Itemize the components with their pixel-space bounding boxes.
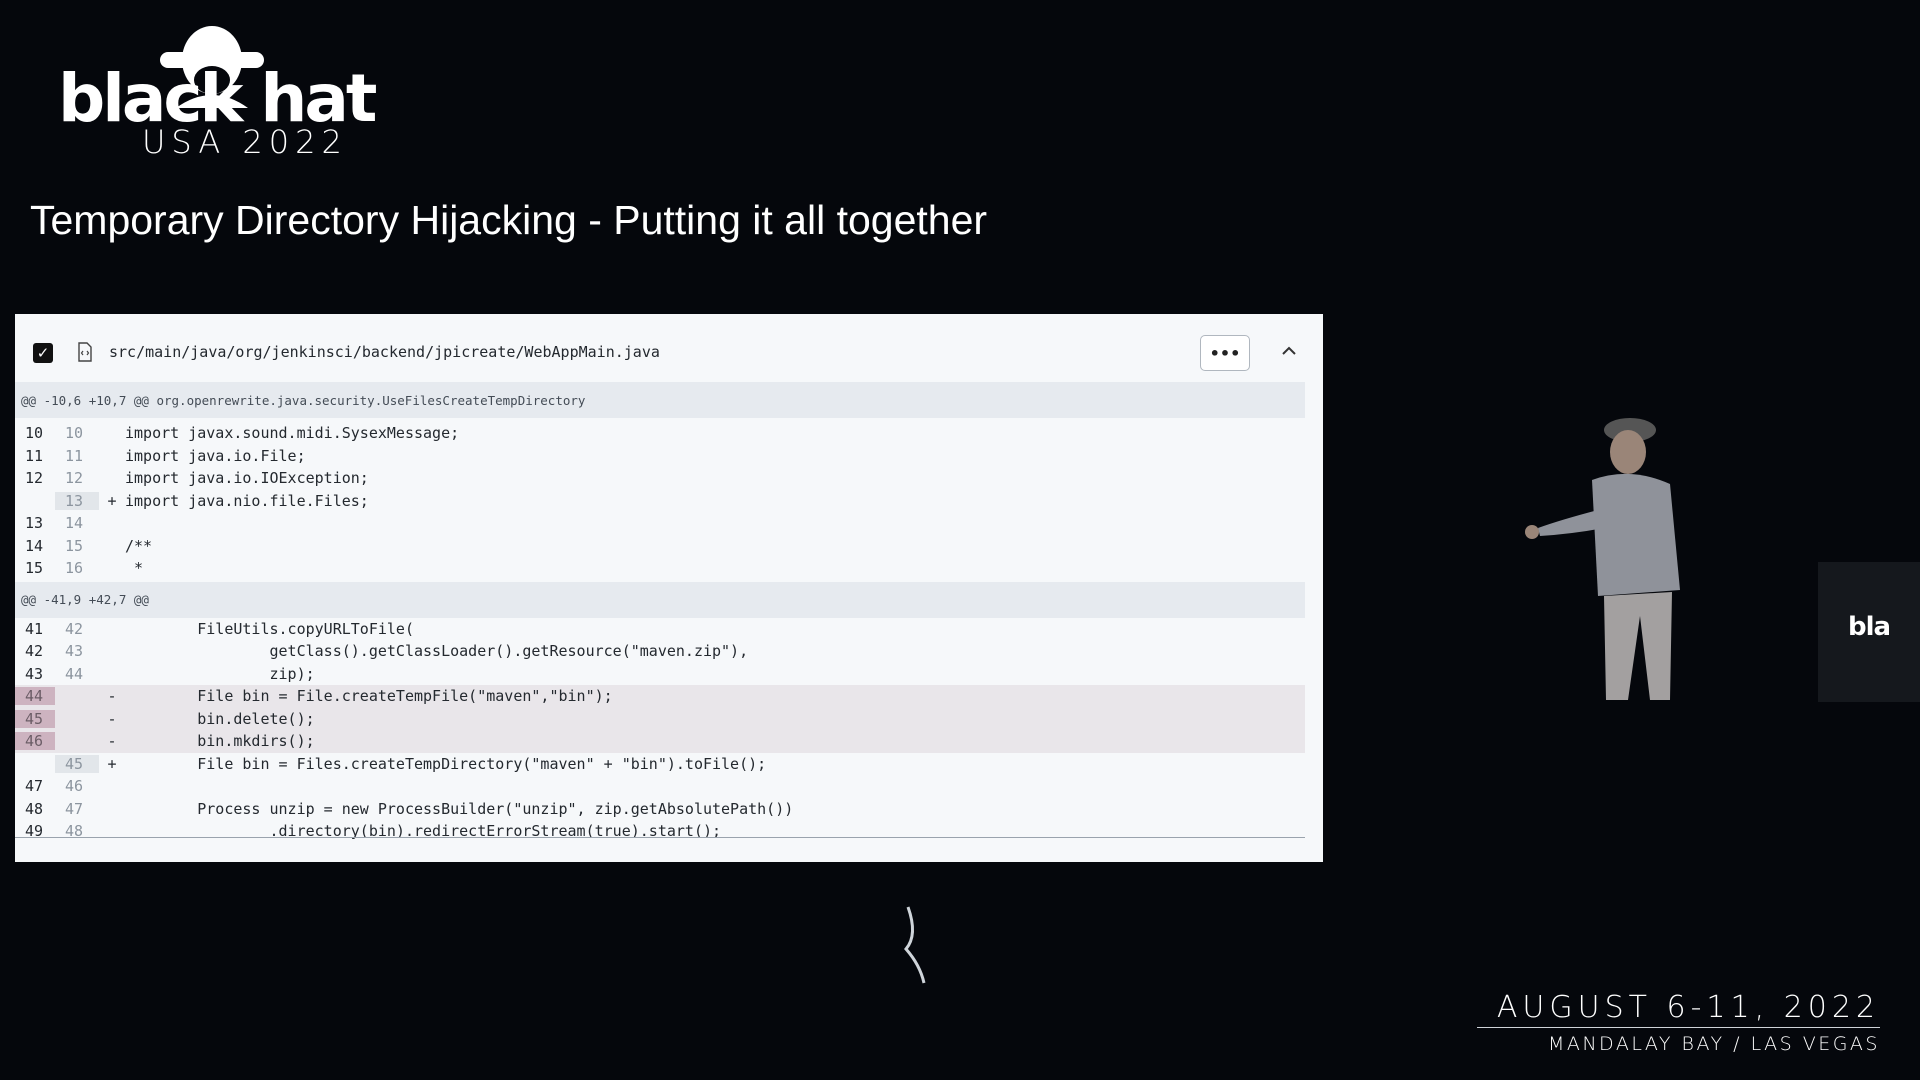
code-text: bin.delete(); <box>125 709 315 728</box>
old-line-number: 41 <box>25 619 44 638</box>
old-line-number: 45 <box>15 709 55 728</box>
diff-line: 10 10 import javax.sound.midi.SysexMessage… <box>15 422 1305 445</box>
diff-line: 41 42 FileUtils.copyURLToFile( <box>15 618 1305 641</box>
diff-sign: + <box>107 491 117 510</box>
diff-sign: - <box>107 687 117 706</box>
diff-line: 47 46 <box>15 775 1305 798</box>
code-text: getClass().getClassLoader().getResource(… <box>125 642 749 661</box>
old-line-number: 42 <box>25 642 44 661</box>
diff-line: 46 - bin.mkdirs(); <box>15 730 1305 753</box>
diff-line: 15 16 * <box>15 557 1305 580</box>
diff-sign: + <box>107 754 117 773</box>
speaker-figure <box>1525 418 1680 700</box>
code-text: import java.io.IOException; <box>125 469 369 488</box>
event-date: AUGUST 6-11, 2022 <box>1496 990 1880 1025</box>
new-line-number: 44 <box>65 664 84 683</box>
new-line-number: 11 <box>65 446 84 465</box>
file-code-icon <box>78 342 92 362</box>
code-text: FileUtils.copyURLToFile( <box>125 619 414 638</box>
more-options-button[interactable]: ••• <box>1200 335 1250 371</box>
code-text: zip); <box>125 664 315 683</box>
logo-subtitle: USA 2022 <box>142 123 348 161</box>
new-line-number: 13 <box>55 491 99 510</box>
diff-sign: - <box>107 709 117 728</box>
old-line-number: 10 <box>25 424 44 443</box>
slide-title: Temporary Directory Hijacking - Putting … <box>30 197 988 243</box>
diff-line: 12 12 import java.io.IOException; <box>15 467 1305 490</box>
diff-line: 42 43 getClass().getClassLoader().getReso… <box>15 640 1305 663</box>
old-line-number: 11 <box>25 446 44 465</box>
diff-line: 49 48 .directory(bin).redirectErrorStream… <box>15 820 1305 843</box>
code-text: import java.io.File; <box>125 446 306 465</box>
code-text: import java.nio.file.Files; <box>125 491 369 510</box>
diff-line: 13 + import java.nio.file.Files; <box>15 490 1305 513</box>
diff-line: 48 47 Process unzip = new ProcessBuilder(… <box>15 798 1305 821</box>
new-line-number: 45 <box>55 754 99 773</box>
diff-file-header: ✓ src/main/java/org/jenkinsci/backend/jp… <box>15 314 1323 382</box>
diff-panel: ✓ src/main/java/org/jenkinsci/backend/jp… <box>15 314 1323 862</box>
file-path[interactable]: src/main/java/org/jenkinsci/backend/jpic… <box>109 343 660 361</box>
side-screen-logo-text: bla <box>1848 612 1891 642</box>
new-line-number: 14 <box>65 514 84 533</box>
code-text: /** <box>125 536 153 555</box>
hunk-header: @@ -41,9 +42,7 @@ <box>15 581 1305 618</box>
diff-line: 11 11 import java.io.File; <box>15 445 1305 468</box>
old-line-number: 43 <box>25 664 44 683</box>
old-line-number: 15 <box>25 559 44 578</box>
old-line-number: 14 <box>25 536 44 555</box>
diff-line: 43 44 zip); <box>15 663 1305 686</box>
new-line-number: 15 <box>65 536 84 555</box>
diff-line: 45 + File bin = Files.createTempDirectory… <box>15 753 1305 776</box>
code-text: File bin = File.createTempFile("maven","… <box>125 687 613 706</box>
event-venue: MANDALAY BAY / LAS VEGAS <box>1547 1033 1880 1055</box>
new-line-number: 43 <box>65 642 84 661</box>
diff-bottom-divider <box>15 837 1305 838</box>
diff-line: 44 - File bin = File.createTempFile("mave… <box>15 685 1305 708</box>
old-line-number: 48 <box>25 799 44 818</box>
code-text: bin.mkdirs(); <box>125 732 315 751</box>
new-line-number: 42 <box>65 619 84 638</box>
old-line-number: 13 <box>25 514 44 533</box>
new-line-number: 16 <box>65 559 84 578</box>
diff-line: 14 15 /** <box>15 535 1305 558</box>
code-text: * <box>125 559 144 578</box>
viewed-checkbox[interactable]: ✓ <box>33 343 53 363</box>
code-text: File bin = Files.createTempDirectory("ma… <box>125 754 767 773</box>
new-line-number: 10 <box>65 424 84 443</box>
new-line-number: 47 <box>65 799 84 818</box>
new-line-number: 46 <box>65 777 84 796</box>
light-streak <box>904 906 926 984</box>
diff-sign: - <box>107 732 117 751</box>
new-line-number: 12 <box>65 469 84 488</box>
old-line-number: 44 <box>15 687 55 706</box>
footer-divider <box>1477 1027 1880 1028</box>
code-text: import javax.sound.midi.SysexMessage; <box>125 424 460 443</box>
code-text: Process unzip = new ProcessBuilder("unzi… <box>125 799 794 818</box>
hunk-header: @@ -10,6 +10,7 @@ org.openrewrite.java.s… <box>15 382 1305 418</box>
old-line-number: 46 <box>15 732 55 751</box>
old-line-number: 12 <box>25 469 44 488</box>
diff-line: 13 14 <box>15 512 1305 535</box>
chevron-up-icon[interactable] <box>1278 340 1300 362</box>
diff-line: 45 - bin.delete(); <box>15 707 1305 730</box>
old-line-number: 47 <box>25 777 44 796</box>
side-screen: bla <box>1818 562 1920 702</box>
blackhat-logo: black hat USA 2022 <box>58 22 398 162</box>
